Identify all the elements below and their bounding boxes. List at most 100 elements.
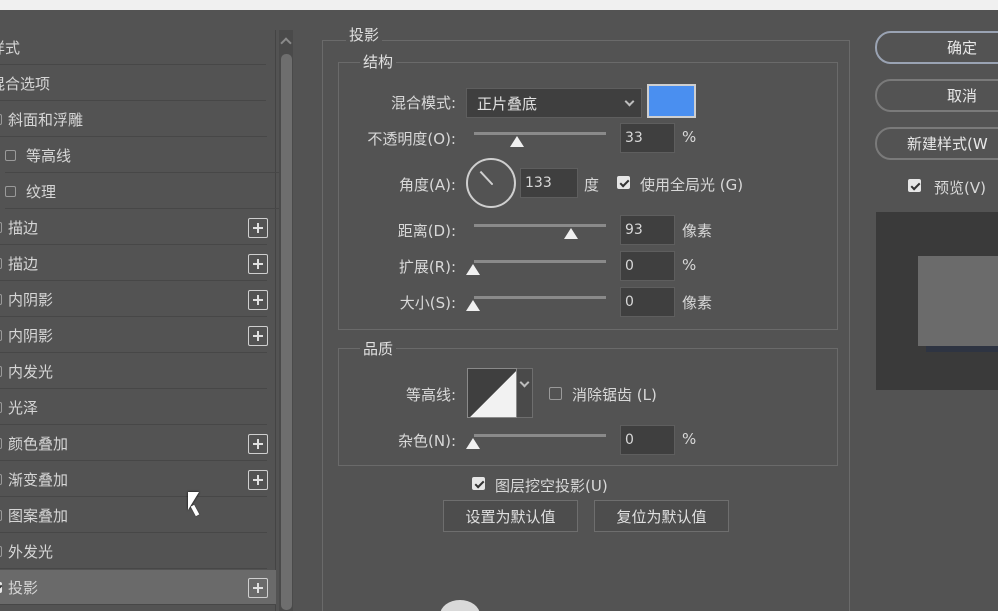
linear-contour-icon bbox=[468, 369, 516, 417]
style-checkbox[interactable] bbox=[0, 113, 2, 125]
style-checkbox-checked[interactable] bbox=[0, 581, 2, 593]
style-item-inner-glow[interactable]: 内发光 bbox=[0, 354, 267, 389]
style-checkbox[interactable] bbox=[0, 473, 2, 485]
distance-unit: 像素 bbox=[682, 222, 713, 240]
style-item-drop-shadow[interactable]: 投影 bbox=[0, 570, 276, 605]
distance-label: 距离(D): bbox=[397, 222, 456, 240]
opacity-unit: % bbox=[682, 128, 697, 146]
size-slider-thumb[interactable] bbox=[466, 300, 480, 311]
quality-title: 品质 bbox=[360, 338, 397, 359]
style-checkbox[interactable] bbox=[5, 149, 16, 161]
style-item-outer-glow[interactable]: 外发光 bbox=[0, 534, 267, 569]
global-light-checkbox[interactable] bbox=[617, 176, 630, 189]
add-effect-plus-icon[interactable] bbox=[248, 434, 268, 454]
angle-dial-icon[interactable] bbox=[466, 158, 516, 208]
angle-input[interactable]: 133 bbox=[520, 168, 578, 198]
blend-mode-label: 混合模式: bbox=[390, 94, 456, 112]
styles-header[interactable]: 样式 bbox=[0, 30, 266, 65]
opacity-slider-thumb[interactable] bbox=[510, 136, 524, 147]
style-checkbox[interactable] bbox=[0, 437, 2, 449]
style-item-satin[interactable]: 光泽 bbox=[0, 390, 267, 425]
style-preview-thumbnail bbox=[918, 256, 998, 346]
spread-slider-thumb[interactable] bbox=[466, 264, 480, 275]
set-default-button[interactable]: 设置为默认值 bbox=[443, 500, 578, 532]
style-item-stroke-1[interactable]: 描边 bbox=[0, 210, 268, 245]
style-item-inner-shadow-1[interactable]: 内阴影 bbox=[0, 282, 268, 317]
style-item-label: 等高线 bbox=[26, 146, 72, 165]
style-item-pattern-overlay[interactable]: 图案叠加 bbox=[0, 498, 267, 533]
noise-input[interactable]: 0 bbox=[620, 425, 675, 455]
distance-input[interactable]: 93 bbox=[620, 215, 675, 245]
style-item-inner-shadow-2[interactable]: 内阴影 bbox=[0, 318, 268, 353]
structure-title: 结构 bbox=[360, 51, 397, 72]
distance-slider-thumb[interactable] bbox=[564, 228, 578, 239]
knockout-checkbox[interactable] bbox=[472, 477, 485, 490]
add-effect-plus-icon[interactable] bbox=[248, 326, 268, 346]
angle-unit: 度 bbox=[584, 176, 600, 194]
scroll-up-arrow-icon[interactable] bbox=[281, 36, 291, 46]
size-slider-track[interactable] bbox=[474, 296, 606, 299]
reset-default-button[interactable]: 复位为默认值 bbox=[594, 500, 729, 532]
ok-button[interactable]: 确定 bbox=[875, 31, 998, 64]
style-item-label: 描边 bbox=[8, 254, 39, 273]
chevron-down-icon bbox=[624, 96, 635, 107]
size-input[interactable]: 0 bbox=[620, 287, 675, 317]
contour-preview[interactable] bbox=[467, 368, 517, 418]
contour-label: 等高线: bbox=[405, 386, 456, 404]
style-item-label: 外发光 bbox=[8, 542, 54, 561]
add-effect-plus-icon[interactable] bbox=[248, 254, 268, 274]
contour-dropdown-chevron-icon[interactable] bbox=[517, 368, 533, 418]
add-effect-plus-icon[interactable] bbox=[248, 218, 268, 238]
style-checkbox[interactable] bbox=[0, 221, 2, 233]
window-top-strip bbox=[0, 0, 998, 10]
preview-label: 预览(V) bbox=[934, 179, 986, 197]
knockout-label: 图层挖空投影(U) bbox=[495, 477, 608, 495]
style-item-label: 光泽 bbox=[8, 398, 39, 417]
style-checkbox[interactable] bbox=[0, 545, 2, 557]
distance-slider-track[interactable] bbox=[474, 224, 606, 227]
style-item-label: 斜面和浮雕 bbox=[8, 110, 84, 129]
noise-label: 杂色(N): bbox=[398, 432, 456, 450]
style-item-contour[interactable]: 等高线 bbox=[5, 138, 281, 173]
style-checkbox[interactable] bbox=[0, 365, 2, 377]
style-checkbox[interactable] bbox=[0, 293, 2, 305]
antialias-checkbox[interactable] bbox=[549, 387, 562, 400]
style-checkbox[interactable] bbox=[0, 401, 2, 413]
noise-slider-thumb[interactable] bbox=[466, 438, 480, 449]
styles-list: 样式 混合选项 斜面和浮雕 等高线 纹理 描边 描边 内阴影 bbox=[0, 30, 281, 611]
style-item-bevel-emboss[interactable]: 斜面和浮雕 bbox=[0, 102, 267, 137]
styles-panel: 样式 混合选项 斜面和浮雕 等高线 纹理 描边 描边 内阴影 bbox=[0, 30, 298, 611]
spread-slider-track[interactable] bbox=[474, 260, 606, 263]
opacity-input[interactable]: 33 bbox=[620, 123, 675, 153]
noise-slider-track[interactable] bbox=[474, 434, 606, 437]
angle-label: 角度(A): bbox=[398, 176, 456, 194]
add-effect-plus-icon[interactable] bbox=[248, 290, 268, 310]
drop-shadow-title: 投影 bbox=[346, 24, 383, 45]
opacity-slider-track[interactable] bbox=[474, 132, 606, 135]
size-unit: 像素 bbox=[682, 294, 713, 312]
style-item-color-overlay[interactable]: 颜色叠加 bbox=[0, 426, 268, 461]
style-item-texture[interactable]: 纹理 bbox=[5, 174, 281, 209]
cancel-button[interactable]: 取消 bbox=[875, 79, 998, 112]
spread-input[interactable]: 0 bbox=[620, 251, 675, 281]
style-item-label: 投影 bbox=[8, 578, 39, 597]
style-item-stroke-2[interactable]: 描边 bbox=[0, 246, 268, 281]
style-item-label: 渐变叠加 bbox=[8, 470, 69, 489]
style-checkbox[interactable] bbox=[0, 329, 2, 341]
style-item-label: 内阴影 bbox=[8, 326, 54, 345]
noise-unit: % bbox=[682, 430, 697, 448]
shadow-color-swatch[interactable] bbox=[647, 84, 696, 118]
blend-options-item[interactable]: 混合选项 bbox=[0, 66, 266, 101]
blend-mode-select[interactable]: 正片叠底 bbox=[466, 88, 642, 118]
preview-checkbox[interactable] bbox=[908, 179, 921, 192]
add-effect-plus-icon[interactable] bbox=[248, 470, 268, 490]
styles-scroll-thumb[interactable] bbox=[281, 54, 292, 610]
style-checkbox[interactable] bbox=[0, 509, 2, 521]
style-item-gradient-overlay[interactable]: 渐变叠加 bbox=[0, 462, 268, 497]
new-style-button[interactable]: 新建样式(W bbox=[875, 127, 998, 160]
style-checkbox[interactable] bbox=[0, 257, 2, 269]
add-effect-plus-icon[interactable] bbox=[248, 578, 268, 598]
style-item-label: 颜色叠加 bbox=[8, 434, 69, 453]
style-checkbox[interactable] bbox=[5, 185, 16, 197]
opacity-label: 不透明度(O): bbox=[367, 130, 456, 148]
